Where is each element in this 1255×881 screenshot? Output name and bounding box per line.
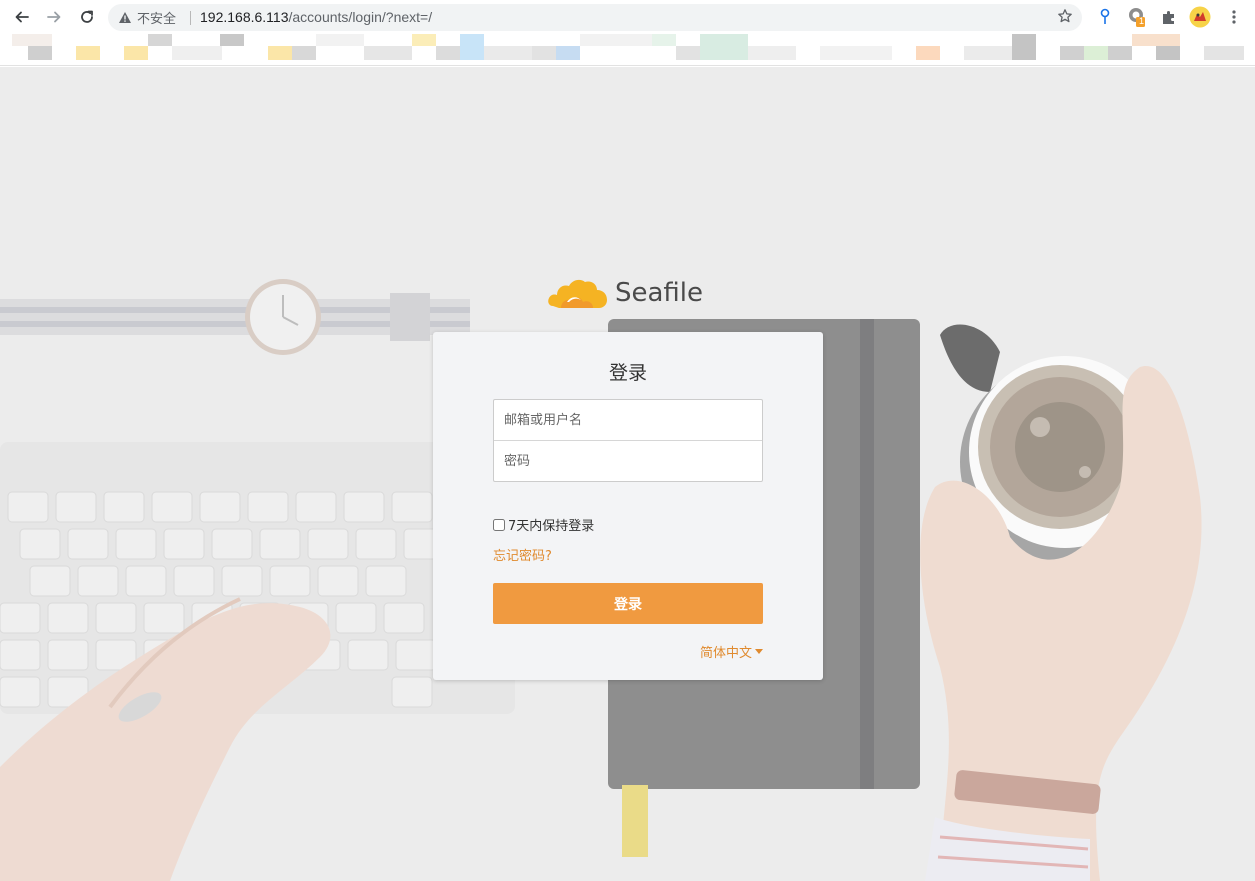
- security-indicator[interactable]: 不安全: [118, 9, 194, 26]
- url-path: /accounts/login/?next=/: [288, 9, 433, 25]
- warning-icon: [119, 12, 131, 23]
- seafile-logo-text: Seafile: [615, 278, 704, 308]
- avatar: [1189, 6, 1211, 28]
- redacted-bookmark[interactable]: [916, 46, 940, 60]
- redacted-bookmark[interactable]: [268, 46, 292, 60]
- extension-badge-button[interactable]: 1: [1126, 6, 1148, 28]
- redacted-bookmark[interactable]: [580, 34, 652, 46]
- redacted-bookmark[interactable]: [1060, 46, 1084, 60]
- extensions-menu-button[interactable]: [1158, 6, 1180, 28]
- redacted-bookmark[interactable]: [316, 34, 364, 46]
- reload-icon: [81, 10, 93, 23]
- redacted-bookmark[interactable]: [556, 46, 580, 60]
- url-text[interactable]: 192.168.6.113/accounts/login/?next=/: [200, 9, 432, 25]
- redacted-bookmark[interactable]: [532, 46, 556, 60]
- arrow-left-icon: [15, 11, 29, 23]
- login-title: 登录: [608, 362, 647, 384]
- redacted-bookmark[interactable]: [820, 46, 892, 60]
- language-selector[interactable]: 简体中文: [700, 642, 763, 661]
- forgot-password-link[interactable]: 忘记密码?: [493, 545, 552, 564]
- redacted-bookmark[interactable]: [1012, 34, 1036, 60]
- extension-pin-button[interactable]: [1094, 6, 1116, 28]
- redacted-bookmark[interactable]: [460, 34, 484, 60]
- browser-menu-button[interactable]: [1223, 6, 1245, 28]
- browser-toolbar: 不安全 192.168.6.113/accounts/login/?next=/…: [0, 0, 1255, 34]
- extension-badge-count: 1: [1139, 16, 1145, 26]
- redacted-bookmark[interactable]: [676, 46, 700, 60]
- address-separator: [190, 11, 191, 25]
- redacted-bookmark[interactable]: [292, 46, 316, 60]
- forward-button[interactable]: [42, 5, 66, 29]
- star-icon: [1058, 9, 1072, 23]
- address-bar[interactable]: 不安全 192.168.6.113/accounts/login/?next=/: [108, 4, 1082, 31]
- extension-circle-icon: [1129, 8, 1145, 27]
- remember-me[interactable]: 7天内保持登录: [493, 515, 594, 534]
- credentials-group: [493, 399, 763, 482]
- bookmark-star-button[interactable]: [1056, 8, 1074, 26]
- redacted-bookmark[interactable]: [436, 46, 460, 60]
- redacted-bookmark[interactable]: [124, 46, 148, 60]
- redacted-bookmark[interactable]: [28, 46, 52, 60]
- remember-me-label: 7天内保持登录: [508, 519, 595, 534]
- redacted-bookmark[interactable]: [12, 34, 52, 46]
- username-input[interactable]: [494, 400, 762, 440]
- login-panel: 登录 7天内保持登录 忘记密码? 登录 简体中文: [433, 332, 823, 680]
- redacted-bookmark[interactable]: [148, 34, 172, 46]
- pin-icon: [1100, 8, 1110, 24]
- remember-me-checkbox[interactable]: [493, 518, 505, 531]
- redacted-bookmark[interactable]: [1156, 46, 1180, 60]
- caret-down-icon: [755, 649, 763, 654]
- redacted-bookmark[interactable]: [172, 46, 222, 60]
- security-label: 不安全: [137, 11, 177, 26]
- redacted-bookmark[interactable]: [364, 46, 412, 60]
- redacted-bookmark[interactable]: [484, 46, 532, 60]
- redacted-bookmark[interactable]: [748, 46, 796, 60]
- redacted-bookmark[interactable]: [700, 34, 748, 60]
- more-vert-icon: [1232, 10, 1236, 24]
- page-viewport: Seafile 登录 7天内保持登录 忘记密码? 登录 简体中文: [0, 67, 1255, 881]
- bookmarks-bar: [0, 34, 1255, 66]
- back-button[interactable]: [10, 5, 34, 29]
- redacted-bookmark[interactable]: [1132, 34, 1180, 46]
- redacted-bookmark[interactable]: [76, 46, 100, 60]
- redacted-bookmark[interactable]: [412, 34, 436, 46]
- reload-button[interactable]: [75, 5, 99, 29]
- login-button[interactable]: 登录: [493, 583, 763, 624]
- redacted-bookmark[interactable]: [1084, 46, 1108, 60]
- redacted-bookmark[interactable]: [652, 34, 676, 46]
- redacted-bookmark[interactable]: [1204, 46, 1244, 60]
- language-label: 简体中文: [699, 646, 752, 661]
- arrow-right-icon: [47, 11, 61, 23]
- password-input[interactable]: [494, 441, 762, 481]
- profile-button[interactable]: [1189, 6, 1211, 28]
- redacted-bookmark[interactable]: [964, 46, 1012, 60]
- redacted-bookmark[interactable]: [220, 34, 244, 46]
- seafile-cloud-icon: [548, 279, 607, 308]
- seafile-logo[interactable]: Seafile: [547, 271, 707, 315]
- redacted-bookmark[interactable]: [1108, 46, 1132, 60]
- url-host: 192.168.6.113: [200, 9, 289, 25]
- puzzle-icon: [1163, 11, 1174, 24]
